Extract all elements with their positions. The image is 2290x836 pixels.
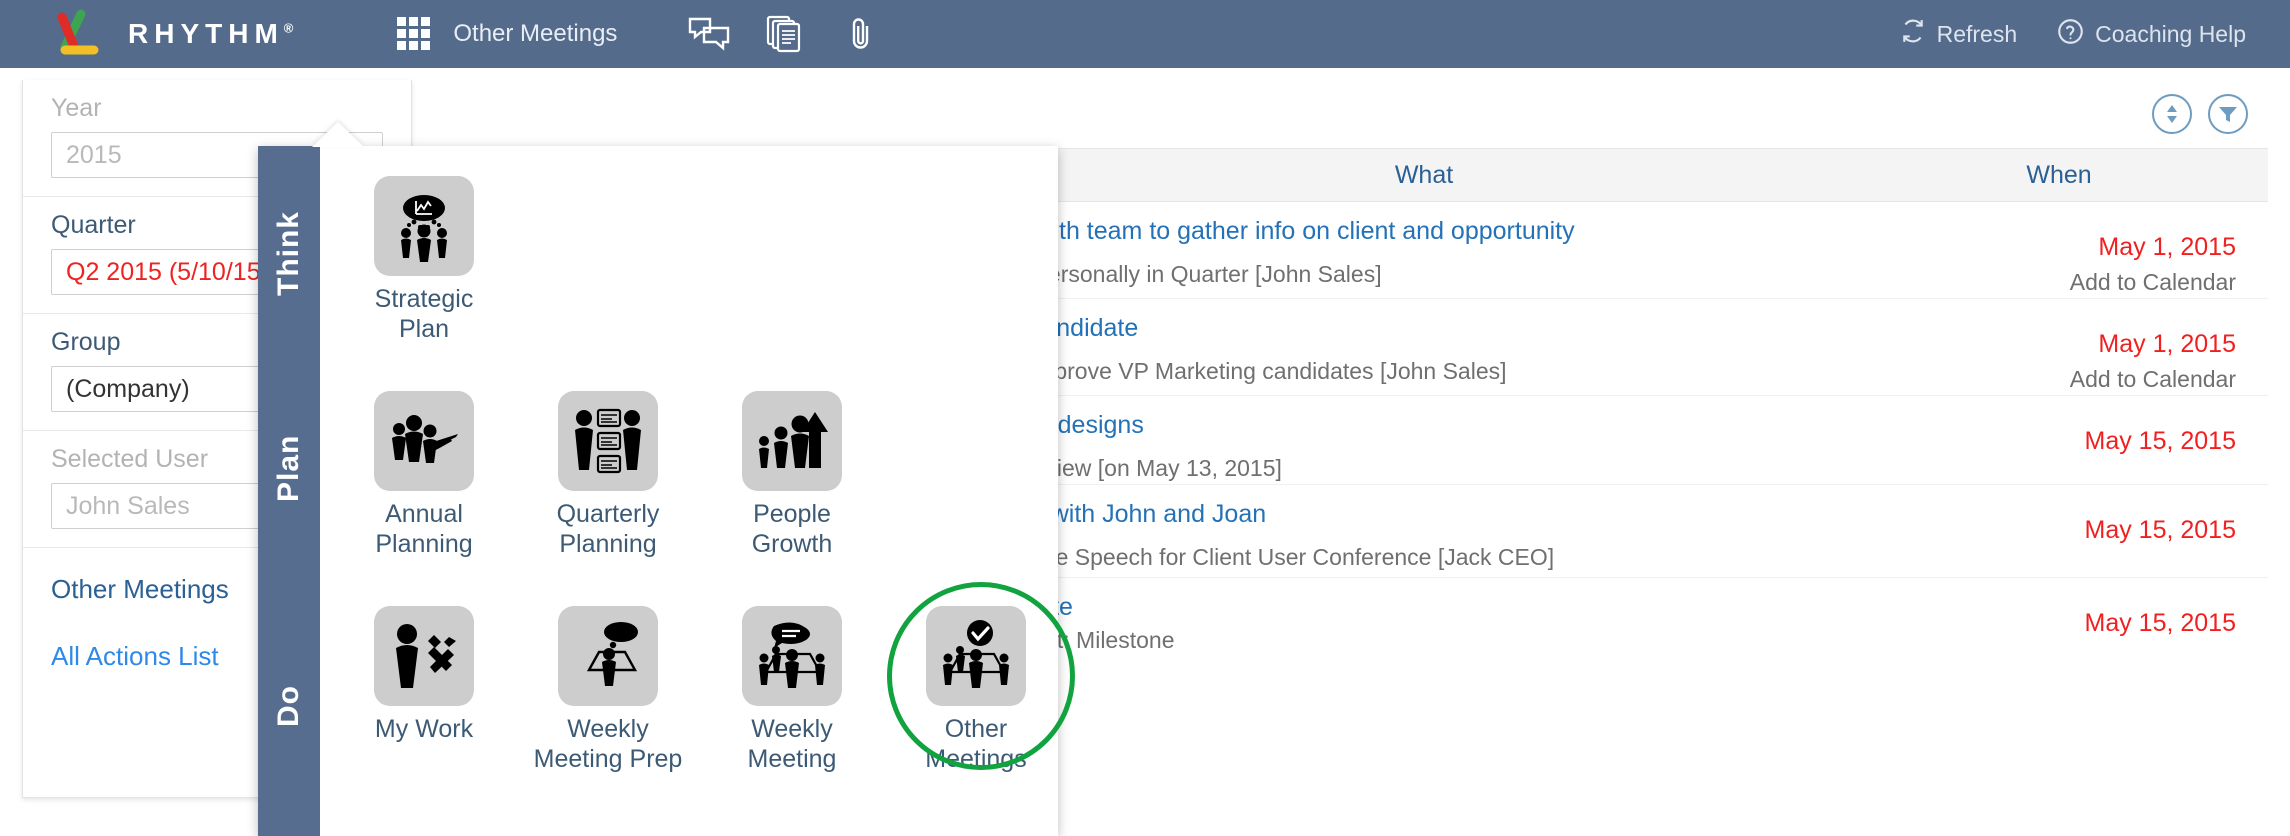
brand-logo[interactable]: RHYTHM® bbox=[52, 9, 293, 59]
row-when-cell: May 15, 2015 bbox=[1864, 578, 2254, 671]
tile-label: Weekly Meeting bbox=[747, 715, 837, 773]
header-icon-group bbox=[687, 12, 883, 56]
grid-dot bbox=[421, 41, 431, 50]
brand-registered-mark: ® bbox=[283, 20, 294, 36]
brand-name: RHYTHM® bbox=[128, 18, 294, 49]
row-what-cell: e new designs gn Review [on May 13, 2015… bbox=[984, 396, 1864, 484]
tile-quarterly-planning[interactable]: Quarterly Planning bbox=[528, 379, 688, 594]
attachment-icon[interactable] bbox=[839, 12, 883, 56]
rhythm-triangle-icon bbox=[52, 9, 110, 59]
tile-row-do: My Work Weekly Meeting Prep Weekly Meeti… bbox=[320, 582, 1075, 814]
help-circle-icon bbox=[2057, 18, 2084, 51]
action-title-link[interactable]: e new designs bbox=[984, 408, 1852, 442]
weekly-meeting-icon bbox=[742, 606, 842, 706]
weekly-meeting-prep-icon bbox=[558, 606, 658, 706]
grid-dot bbox=[409, 17, 419, 26]
add-to-calendar-link[interactable]: Add to Calendar bbox=[1864, 364, 2236, 395]
due-date: May 15, 2015 bbox=[2084, 427, 2237, 455]
people-growth-icon bbox=[742, 391, 842, 491]
documents-icon[interactable] bbox=[763, 12, 807, 56]
row-what-cell: ities with team to gather info on client… bbox=[984, 202, 1864, 298]
action-subtitle: Keynote Speech for Client User Conferenc… bbox=[984, 544, 1555, 570]
tile-my-work[interactable]: My Work bbox=[344, 594, 504, 814]
due-date: May 1, 2015 bbox=[2098, 233, 2236, 261]
phase-label-think: Think bbox=[272, 211, 305, 296]
row-what-cell: utline with John and Joan Keynote Speech… bbox=[984, 485, 1864, 577]
tile-label: Weekly Meeting Prep bbox=[533, 715, 683, 773]
grid-dot bbox=[397, 41, 407, 50]
row-what-cell: ing Candidate and approve VP Marketing c… bbox=[984, 299, 1864, 395]
strategic-plan-icon bbox=[374, 176, 474, 276]
grid-dot bbox=[421, 17, 431, 26]
filter-funnel-icon[interactable] bbox=[2208, 94, 2248, 134]
tile-weekly-meeting[interactable]: Weekly Meeting bbox=[712, 594, 872, 814]
quarterly-planning-icon bbox=[558, 391, 658, 491]
due-date: May 1, 2015 bbox=[2098, 330, 2236, 358]
top-header-bar: RHYTHM® Other Meetings Refresh Coaching … bbox=[0, 0, 2290, 68]
annual-planning-icon bbox=[374, 391, 474, 491]
dropdown-caret bbox=[312, 122, 364, 147]
grid-dot bbox=[409, 41, 419, 50]
my-work-icon bbox=[374, 606, 474, 706]
tile-people-growth[interactable]: People Growth bbox=[712, 379, 872, 594]
due-date: May 15, 2015 bbox=[2084, 516, 2237, 544]
tile-label: People Growth bbox=[751, 500, 833, 558]
column-header-when[interactable]: When bbox=[1864, 161, 2254, 190]
meetings-navigation-dropdown: Think Plan Do Strategic Plan Annual Plan… bbox=[258, 122, 1075, 836]
action-subtitle: gn Review [on May 13, 2015] bbox=[984, 455, 1282, 481]
tile-strategic-plan[interactable]: Strategic Plan bbox=[344, 164, 504, 379]
action-context: Context: Milestone bbox=[984, 627, 1175, 653]
add-to-calendar-link[interactable]: Add to Calendar bbox=[1864, 267, 2236, 298]
chat-icon[interactable] bbox=[687, 12, 731, 56]
due-date: May 15, 2015 bbox=[2084, 609, 2237, 637]
action-title-link[interactable]: ing Candidate bbox=[984, 311, 1852, 345]
row-when-cell: May 1, 2015 Add to Calendar bbox=[1864, 299, 2254, 395]
tile-label: My Work bbox=[374, 715, 474, 743]
action-title-link[interactable]: ities with team to gather info on client… bbox=[984, 214, 1852, 248]
column-header-what[interactable]: What bbox=[984, 161, 1864, 190]
tile-label: Annual Planning bbox=[375, 500, 473, 558]
row-when-cell: May 15, 2015 bbox=[1864, 485, 2254, 577]
tile-annual-planning[interactable]: Annual Planning bbox=[344, 379, 504, 594]
refresh-label: Refresh bbox=[1936, 20, 2018, 47]
tile-other-meetings[interactable]: Other Meetings bbox=[887, 582, 1075, 814]
action-title-link[interactable]: emplate bbox=[984, 590, 1852, 624]
row-when-cell: May 1, 2015 Add to Calendar bbox=[1864, 202, 2254, 298]
tile-label: Strategic Plan bbox=[374, 285, 474, 343]
coaching-help-label: Coaching Help bbox=[2095, 20, 2246, 47]
phase-label-plan: Plan bbox=[272, 434, 305, 503]
page-body: Year 2015 Quarter Q2 2015 (5/10/15 - 6 G… bbox=[0, 68, 2290, 836]
action-subtitle: eals Personally in Quarter [John Sales] bbox=[984, 261, 1382, 287]
grid-dot bbox=[397, 17, 407, 26]
current-page-title: Other Meetings bbox=[453, 20, 618, 47]
row-when-cell: May 15, 2015 bbox=[1864, 396, 2254, 484]
sort-updown-icon[interactable] bbox=[2152, 94, 2192, 134]
table-toolbar bbox=[424, 80, 2268, 148]
grid-dot bbox=[397, 29, 407, 38]
tile-row-plan: Annual Planning Quarterly Planning Peopl… bbox=[320, 379, 1058, 594]
tile-row-think: Strategic Plan bbox=[320, 164, 1058, 379]
grid-dot bbox=[409, 29, 419, 38]
phase-rail: Think Plan Do bbox=[258, 146, 320, 836]
row-what-cell: emplate Context: Milestone bbox=[984, 578, 1864, 671]
app-grid-icon[interactable] bbox=[397, 17, 431, 51]
tile-label: Quarterly Planning bbox=[556, 500, 660, 558]
tile-grid: Strategic Plan Annual Planning Quarterly… bbox=[320, 146, 1075, 836]
tile-weekly-meeting-prep[interactable]: Weekly Meeting Prep bbox=[528, 594, 688, 814]
refresh-button[interactable]: Refresh bbox=[1900, 18, 2018, 50]
refresh-icon bbox=[1900, 18, 1926, 50]
action-title-link[interactable]: utline with John and Joan bbox=[984, 497, 1852, 531]
action-subtitle: and approve VP Marketing candidates [Joh… bbox=[984, 358, 1507, 384]
grid-dot bbox=[421, 29, 431, 38]
header-actions: Refresh Coaching Help bbox=[1900, 18, 2246, 51]
coaching-help-button[interactable]: Coaching Help bbox=[2057, 18, 2246, 51]
phase-label-do: Do bbox=[272, 685, 305, 727]
other-meetings-icon bbox=[926, 606, 1026, 706]
filter-year-label: Year bbox=[51, 94, 102, 122]
tile-label: Other Meetings bbox=[925, 715, 1027, 773]
